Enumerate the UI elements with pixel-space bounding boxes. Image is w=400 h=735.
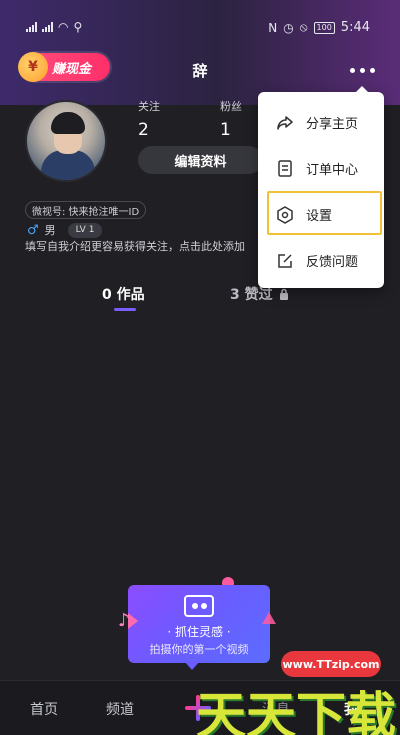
dot-icon [349,67,355,73]
nav-channel[interactable]: 频道 [106,699,134,719]
menu-item-label: 反馈问题 [306,255,359,270]
share-icon [276,114,294,132]
dot-icon [369,67,375,73]
alarm-icon: ◷ [283,20,294,35]
menu-item-share[interactable]: 分享主页 [258,100,384,145]
triangle-decoration-icon [262,612,276,624]
settings-highlight-box [267,191,382,235]
signal-icon [26,22,37,32]
gender-row: ♂ 男 LV 1 [27,222,103,238]
wifi-icon: ◠ [58,20,69,34]
nfc-icon: N [268,20,278,35]
promo-subtitle: 拍摄你的第一个视频 [149,643,249,656]
status-bar: ◠ ⚲ N ◷ ⦸ 100 5:44 [0,0,400,40]
male-icon: ♂ [27,222,39,238]
level-badge: LV 1 [67,222,103,238]
profile-screen: ◠ ⚲ N ◷ ⦸ 100 5:44 ¥ 赚现金 辞 关注 2 粉丝 1 编辑资… [0,0,400,735]
page-title: 辞 [192,62,208,80]
gender-label: 男 [44,224,56,237]
nav-home[interactable]: 首页 [30,699,58,719]
create-video-prompt[interactable]: · 抓住灵感 · 拍摄你的第一个视频 [128,585,270,663]
weishi-id-badge[interactable]: 微视号: 快来抢注唯一ID [25,201,147,219]
signal-icon-2 [42,22,53,32]
watermark-url: www.TTzip.com [281,651,381,677]
promo-pointer [184,661,200,670]
dot-icon [359,67,365,73]
watermark-logo: 天天下载 [196,687,396,735]
status-time: 5:44 [340,20,370,35]
battery-icon: 100 [313,21,335,34]
music-note-icon: ♪ [118,610,130,631]
tab-indicator [114,308,136,311]
tab-works[interactable]: 0 作品 [102,284,145,304]
bio-placeholder[interactable]: 填写自我介绍更容易获得关注，点击此处添加 [25,238,265,254]
edit-profile-button[interactable]: 编辑资料 [138,146,263,174]
following-count: 2 [138,120,149,140]
followers-count: 1 [220,120,231,140]
usb-icon: ⚲ [73,20,83,34]
promo-title: · 抓住灵感 · [167,625,231,639]
lock-icon [279,288,288,300]
edit-icon [276,252,294,270]
status-left-icons: ◠ ⚲ [26,20,82,34]
more-options-button[interactable] [344,62,380,78]
receipt-icon [276,160,294,178]
status-right-icons: N ◷ ⦸ 100 5:44 [268,20,370,35]
menu-item-label: 分享主页 [306,117,359,132]
following-stat[interactable]: 关注 2 [138,98,160,140]
video-camera-icon [184,595,214,617]
following-label: 关注 [138,100,160,113]
followers-label: 粉丝 [220,100,242,113]
menu-item-feedback[interactable]: 反馈问题 [258,238,384,283]
avatar[interactable] [25,100,107,182]
more-options-menu: 分享主页 订单中心 设置 反馈问题 [258,86,384,288]
menu-item-label: 订单中心 [306,163,359,178]
mute-icon: ⦸ [299,20,308,34]
followers-stat[interactable]: 粉丝 1 [220,98,242,140]
menu-item-orders[interactable]: 订单中心 [258,146,384,191]
